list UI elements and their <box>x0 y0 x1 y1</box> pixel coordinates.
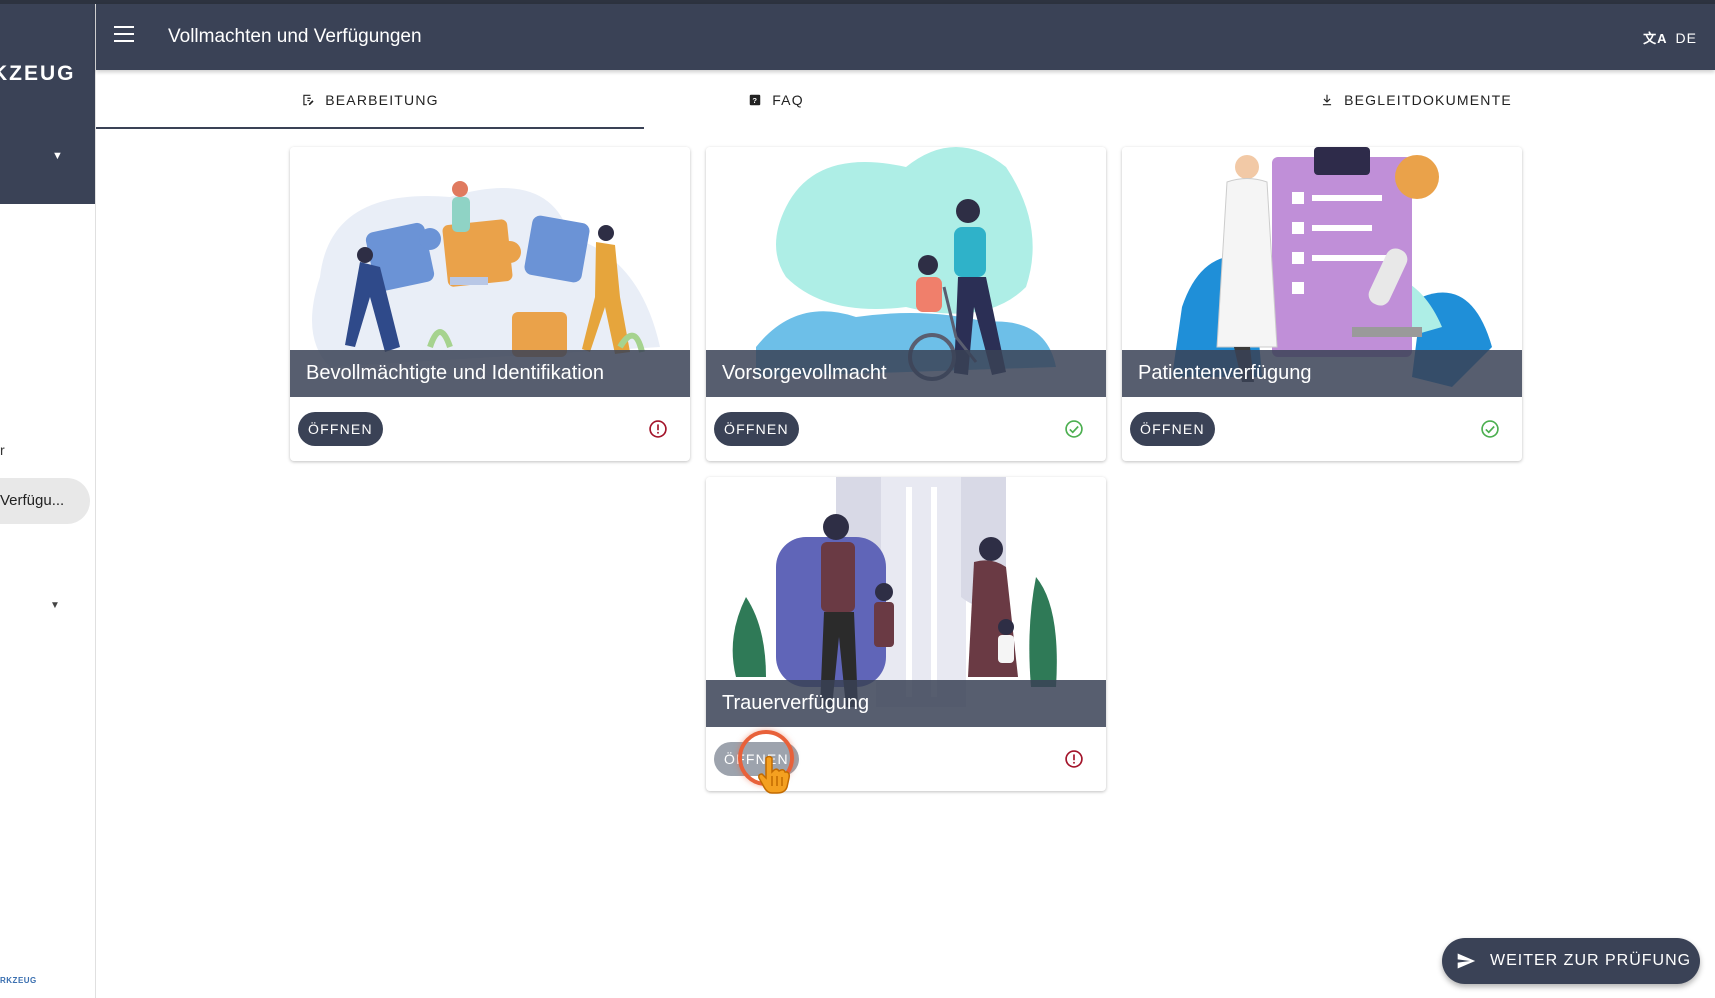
edit-note-icon <box>303 94 314 106</box>
tab-label: BEARBEITUNG <box>325 92 439 108</box>
open-button[interactable]: ÖFFNEN <box>1130 412 1215 446</box>
card-vorsorgevollmacht: Vorsorgevollmacht ÖFFNEN <box>706 147 1106 461</box>
open-button[interactable]: ÖFFNEN <box>714 412 799 446</box>
language-switcher[interactable]: 文A DE <box>1643 28 1697 47</box>
chevron-down-icon[interactable]: ▼ <box>52 150 63 162</box>
open-button[interactable]: ÖFFNEN <box>298 412 383 446</box>
send-icon <box>1457 953 1476 969</box>
language-label: DE <box>1675 29 1697 46</box>
card-illustration: Patientenverfügung <box>1122 147 1522 397</box>
check-circle-icon <box>1065 420 1083 438</box>
download-icon <box>1323 94 1332 106</box>
navigation-drawer: KZEUG ▼ r Verfügu... ▼ RKZEUG <box>0 4 96 998</box>
page-title: Vollmachten und Verfügungen <box>168 26 422 47</box>
app-bar: Vollmachten und Verfügungen 文A DE <box>96 4 1715 70</box>
card-actions: ÖFFNEN <box>706 397 1106 461</box>
card-patientenverfuegung: Patientenverfügung ÖFFNEN <box>1122 147 1522 461</box>
error-icon <box>649 420 667 438</box>
sidebar-brand: KZEUG <box>0 62 76 85</box>
sidebar-item-active-label[interactable]: Verfügu... <box>0 492 64 509</box>
card-illustration: Trauerverfügung <box>706 477 1106 727</box>
sidebar-header: KZEUG ▼ <box>0 4 95 204</box>
sidebar-footer-logo: RKZEUG <box>0 976 37 985</box>
card-title: Trauerverfügung <box>706 680 1106 727</box>
card-title: Bevollmächtigte und Identifikation <box>290 350 690 397</box>
card-actions: ÖFFNEN <box>290 397 690 461</box>
chevron-down-icon[interactable]: ▼ <box>50 600 60 611</box>
card-bevollmaechtigte: Bevollmächtigte und Identifikation ÖFFNE… <box>290 147 690 461</box>
card-illustration: Vorsorgevollmacht <box>706 147 1106 397</box>
tab-label: BEGLEITDOKUMENTE <box>1344 92 1512 108</box>
sidebar-item-label[interactable]: r <box>0 442 5 458</box>
card-title: Patientenverfügung <box>1122 350 1522 397</box>
error-icon <box>1065 750 1083 768</box>
hand-pointer-icon <box>758 755 790 794</box>
check-circle-icon <box>1481 420 1499 438</box>
tab-bearbeitung[interactable]: BEARBEITUNG <box>96 70 644 130</box>
tab-begleitdokumente[interactable]: BEGLEITDOKUMENTE <box>1296 70 1536 130</box>
tab-label: FAQ <box>772 92 804 108</box>
fab-label: WEITER ZUR PRÜFUNG <box>1490 952 1692 969</box>
tab-indicator <box>96 127 644 129</box>
card-title: Vorsorgevollmacht <box>706 350 1106 397</box>
tab-bar: BEARBEITUNG ? FAQ BEGLEITDOKUMENTE <box>96 70 1715 130</box>
svg-text:?: ? <box>753 96 758 105</box>
tab-faq[interactable]: ? FAQ <box>656 70 896 130</box>
card-actions: ÖFFNEN <box>1122 397 1522 461</box>
card-illustration: Bevollmächtigte und Identifikation <box>290 147 690 397</box>
menu-icon[interactable] <box>114 26 134 42</box>
translate-icon: 文A <box>1643 31 1668 46</box>
continue-to-review-button[interactable]: WEITER ZUR PRÜFUNG <box>1442 938 1700 984</box>
help-box-icon: ? <box>749 94 761 106</box>
